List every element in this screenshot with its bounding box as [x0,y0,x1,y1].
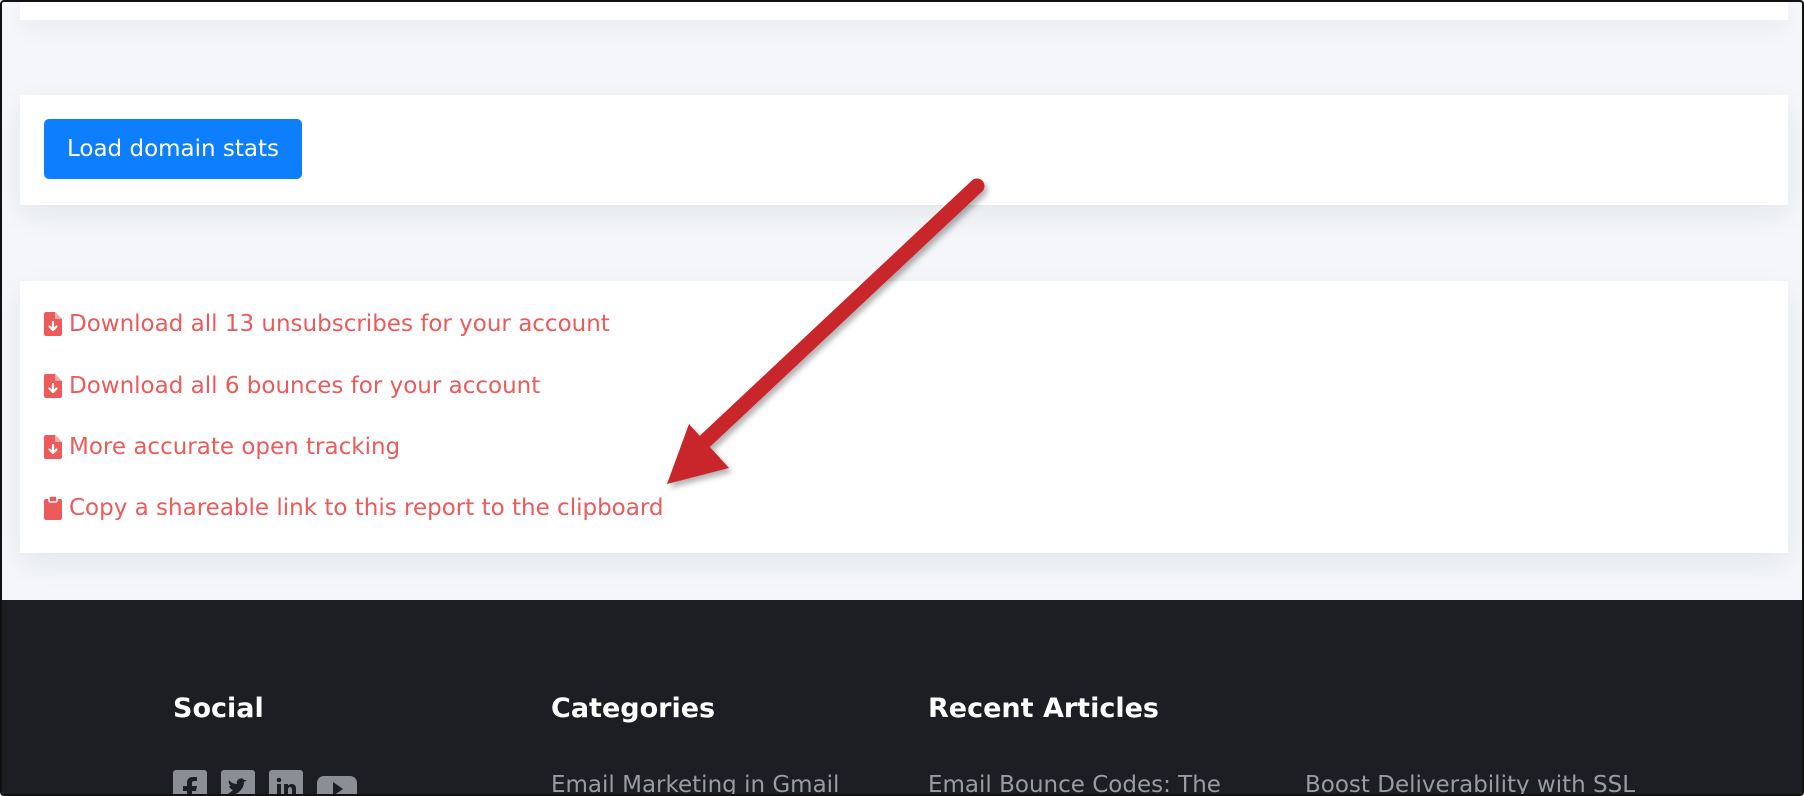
file-download-icon [44,312,62,336]
previous-card-bottom [20,2,1788,20]
footer-article-link[interactable]: Boost Deliverability with SSL [1305,772,1635,794]
file-download-icon [44,374,62,398]
facebook-icon[interactable] [173,770,207,794]
file-download-icon [44,435,62,459]
footer-category-link[interactable]: Email Marketing in Gmail [551,772,839,794]
load-domain-stats-button[interactable]: Load domain stats [44,119,302,179]
domain-stats-card: Load domain stats [20,95,1788,205]
export-links-card: Download all 13 unsubscribes for your ac… [20,281,1788,553]
twitter-icon[interactable] [221,770,255,794]
footer-heading-categories: Categories [551,693,716,724]
link-label: More accurate open tracking [69,434,401,460]
footer-article-link[interactable]: Email Bounce Codes: The [928,772,1221,794]
footer-heading-social: Social [173,693,264,724]
footer-heading-recent: Recent Articles [928,693,1159,724]
linkedin-icon[interactable] [269,770,303,794]
social-icons [173,770,357,794]
link-label: Download all 6 bounces for your account [69,373,541,399]
download-unsubscribes-link[interactable]: Download all 13 unsubscribes for your ac… [44,307,610,341]
site-footer: Social Categories Email Marketing in Gma… [2,600,1802,794]
download-bounces-link[interactable]: Download all 6 bounces for your account [44,369,540,403]
page-frame: Load domain stats Download all 13 unsubs… [0,0,1804,796]
youtube-icon[interactable] [317,770,357,794]
clipboard-icon [44,495,62,520]
open-tracking-link[interactable]: More accurate open tracking [44,430,400,464]
copy-share-link[interactable]: Copy a shareable link to this report to … [44,491,664,525]
link-label: Copy a shareable link to this report to … [69,495,664,521]
link-label: Download all 13 unsubscribes for your ac… [69,311,610,337]
